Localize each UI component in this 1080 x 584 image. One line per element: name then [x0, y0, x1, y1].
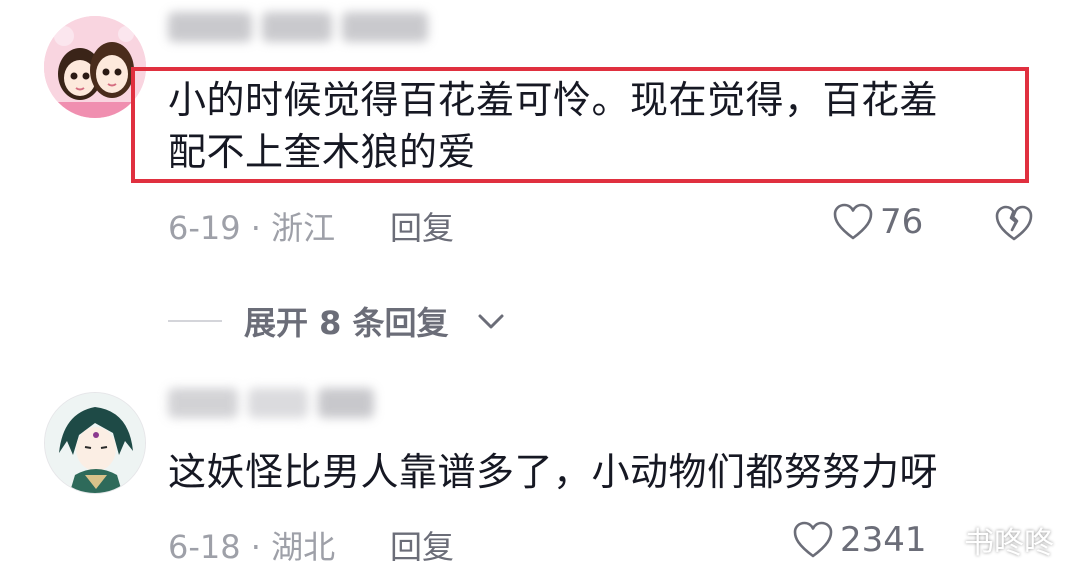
username-blurred[interactable] — [168, 382, 384, 426]
comment-date: 6-18 — [168, 528, 241, 566]
username-blurred[interactable] — [168, 6, 438, 50]
wechat-icon — [918, 524, 957, 555]
expand-replies-label: 展开 8 条回复 — [244, 304, 449, 342]
comment-location: 湖北 — [271, 528, 336, 566]
expand-replies-button[interactable]: 展开 8 条回复 — [168, 298, 505, 344]
reply-button[interactable]: 回复 — [390, 522, 454, 568]
watermark-text: 书咚咚 — [964, 526, 1054, 561]
comment-text-line-2: 配不上奎木狼的爱 — [168, 130, 477, 174]
comment-text-line-1: 小的时候觉得百花羞可怜。现在觉得，百花羞 — [168, 78, 939, 122]
chevron-down-icon — [478, 314, 504, 329]
like-count: 76 — [880, 202, 924, 242]
broken-heart-icon — [995, 205, 1033, 241]
like-button[interactable]: 2341 — [792, 520, 927, 560]
like-button[interactable]: 76 — [832, 202, 923, 242]
comment-text-line-1: 这妖怪比男人靠谱多了，小动物们都努努力呀 — [168, 450, 939, 494]
meta-separator: · — [240, 209, 272, 247]
like-count: 2341 — [840, 520, 927, 560]
comment-date: 6-19 — [168, 209, 241, 247]
meta-separator: · — [240, 528, 272, 566]
reply-button[interactable]: 回复 — [390, 203, 454, 249]
watermark: 书咚咚 — [918, 518, 1054, 562]
heart-icon — [793, 521, 833, 558]
comment-location: 浙江 — [271, 209, 336, 247]
divider-line — [168, 320, 222, 322]
avatar[interactable] — [44, 392, 146, 494]
heart-icon — [833, 203, 873, 240]
comment-meta: 6-18 · 湖北 — [168, 522, 335, 568]
comment-meta: 6-19 · 浙江 — [168, 203, 335, 249]
avatar-image — [45, 393, 145, 493]
dislike-button[interactable] — [994, 204, 1034, 248]
